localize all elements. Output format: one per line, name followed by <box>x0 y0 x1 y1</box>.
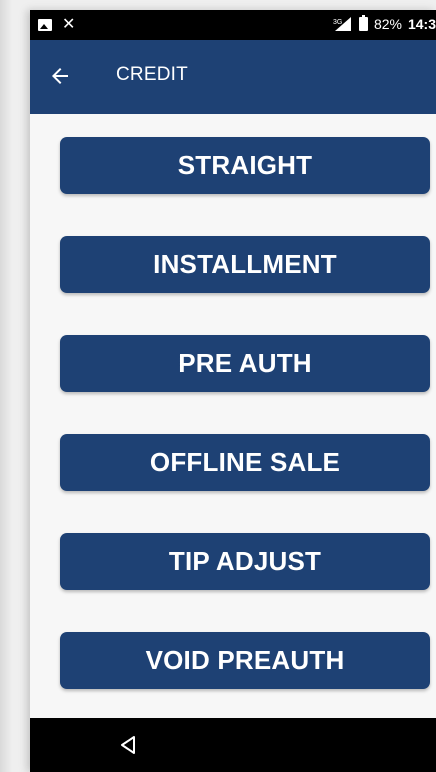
page-title: CREDIT <box>116 64 188 85</box>
phone-screen: ✕ 3G 82% 14:3 CREDIT STRAIGHT INSTALLMEN… <box>30 10 436 772</box>
network-type-label: 3G <box>333 19 342 26</box>
battery-percent: 82% <box>373 16 402 32</box>
pre-auth-button[interactable]: PRE AUTH <box>60 335 430 392</box>
offline-sale-button[interactable]: OFFLINE SALE <box>60 434 430 491</box>
battery-icon <box>358 15 368 31</box>
status-notifications: ✕ <box>38 17 75 33</box>
screenshot-frame: ✕ 3G 82% 14:3 CREDIT STRAIGHT INSTALLMEN… <box>0 0 436 772</box>
straight-button[interactable]: STRAIGHT <box>60 137 430 194</box>
back-arrow-icon[interactable] <box>48 64 72 88</box>
image-notification-icon <box>38 19 52 31</box>
nav-back-triangle-icon[interactable] <box>116 733 140 757</box>
signal-icon: 3G <box>333 16 353 32</box>
status-bar: ✕ 3G 82% 14:3 <box>30 10 436 40</box>
app-bar: CREDIT <box>30 40 436 114</box>
installment-button[interactable]: INSTALLMENT <box>60 236 430 293</box>
status-time: 14:3 <box>407 16 436 32</box>
void-preauth-button[interactable]: VOID PREAUTH <box>60 632 430 689</box>
tip-adjust-button[interactable]: TIP ADJUST <box>60 533 430 590</box>
missed-call-icon: ✕ <box>62 16 76 33</box>
status-indicators: 3G 82% 14:3 <box>333 15 436 32</box>
navigation-bar <box>30 718 436 772</box>
